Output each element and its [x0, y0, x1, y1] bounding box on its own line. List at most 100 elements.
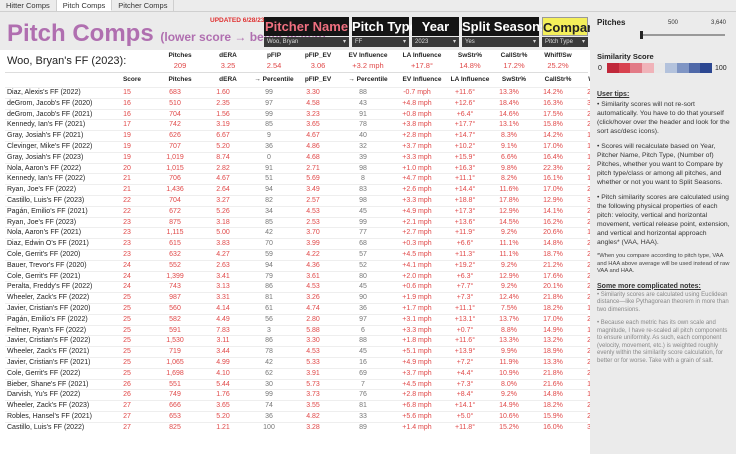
pitches-slider-track[interactable]	[640, 34, 725, 36]
chevron-down-icon: ▾	[452, 39, 456, 45]
player-stat-header: EV Influence	[348, 52, 388, 59]
column-header[interactable]: LA Influence	[447, 76, 493, 83]
column-header[interactable]: SwStr%	[491, 76, 537, 83]
notes-heading: Some more complicated notes:	[597, 282, 701, 290]
table-row[interactable]: Castillo, Luis's FF (2023) 22 704 3.27 82 2.5…	[5, 195, 607, 206]
tab-pitch-comps[interactable]: Pitch Comps	[56, 0, 113, 11]
pitch-type-label: Pitch Type	[352, 17, 417, 36]
split-seasons-filter[interactable]: Split Seasons? Yes ▾	[462, 17, 556, 47]
tab-hitter-comps[interactable]: Hitter Comps	[0, 0, 57, 11]
pitcher-name-select[interactable]: Woo, Bryan ▾	[264, 37, 349, 47]
note-rescale: • Because each metric has its own scale …	[597, 320, 728, 364]
table-row[interactable]: Diaz, Alexis's FF (2022) 15 683 1.60 99 3.30 8…	[5, 87, 607, 98]
compare-select[interactable]: Pitch Type ▾	[542, 37, 588, 47]
row-cell: 825	[169, 423, 181, 431]
similarity-swatch	[618, 63, 631, 73]
table-row[interactable]: Feltner, Ryan's FF (2022) 25 591 7.83 3 5.88 6…	[5, 324, 607, 336]
table-row[interactable]: deGrom, Jacob's FF (2021) 16 704 1.56 99 3.23…	[5, 108, 607, 120]
table-row[interactable]: Bauer, Trevor's FF (2020) 24 552 2.63 94 4.36…	[5, 259, 607, 271]
table-row[interactable]: Javier, Cristian's FF (2021) 25 1,065 4.99 4…	[5, 357, 607, 368]
player-stat-value: 17.2%	[503, 61, 525, 70]
similarity-swatch	[688, 63, 701, 73]
table-row[interactable]: Nola, Aaron's FF (2021) 23 1,115 5.00 42 3.70…	[5, 227, 607, 238]
tab-bar: Hitter Comps Pitch Comps Pitcher Comps	[0, 0, 736, 12]
year-select[interactable]: 2023 ▾	[412, 37, 459, 47]
pitch-type-filter[interactable]: Pitch Type FF ▾	[352, 17, 417, 47]
similarity-swatch	[700, 63, 713, 73]
tip-note: *When you compare according to pitch typ…	[597, 253, 730, 274]
table-row[interactable]: Clevinger, Mike's FF (2022) 19 707 5.20 36 4.…	[5, 141, 607, 152]
row-pitch-name: Castillo, Luis's FF (2022)	[7, 423, 85, 431]
table-row[interactable]: Wheeler, Zack's FF (2023) 27 666 3.65 74 3.55…	[5, 400, 607, 411]
player-stat-value: 3.25	[220, 61, 236, 70]
table-row[interactable]: Ryan, Joe's FF (2022) 21 1,436 2.64 94 3.49 83…	[5, 184, 607, 195]
column-header[interactable]: Pitches	[157, 76, 203, 83]
table-row[interactable]: Wheeler, Zack's FF (2021) 25 719 3.44 78 4.53…	[5, 346, 607, 357]
pitches-slider-handle[interactable]	[640, 31, 643, 39]
split-seasons-select[interactable]: Yes ▾	[462, 37, 539, 47]
updated-label: UPDATED 6/28/23	[210, 17, 265, 24]
column-header[interactable]: → Percentile	[345, 76, 391, 83]
row-cell: 27	[123, 423, 131, 431]
compare-value: Pitch Type	[545, 39, 573, 45]
table-row[interactable]: Wheeler, Zack's FF (2022) 25 987 3.31 81 3.26…	[5, 292, 607, 303]
table-row[interactable]: Gray, Josiah's FF (2023) 19 1,019 8.74 0 4.68…	[5, 151, 607, 163]
row-cell: 3.28	[306, 423, 320, 431]
pitches-max: 3,640	[711, 20, 727, 26]
table-row[interactable]: Bieber, Shane's FF (2021) 26 551 5.44 30 5.73…	[5, 378, 607, 390]
chevron-down-icon: ▾	[581, 39, 585, 45]
player-stat-header: Pitches	[168, 52, 192, 59]
pitch-type-select[interactable]: FF ▾	[352, 37, 409, 47]
header-panel: Pitch Comps (lower score → better match)…	[0, 12, 604, 50]
column-header[interactable]: dERA	[205, 76, 251, 83]
row-cell: 89	[359, 423, 367, 431]
column-header[interactable]: EV Influence	[399, 76, 445, 83]
row-cell: +11.8°	[455, 423, 475, 431]
table-row[interactable]: Darvish, Yu's FF (2022) 26 749 1.76 99 3.73 76…	[5, 389, 607, 400]
split-seasons-label: Split Seasons?	[462, 17, 556, 36]
column-header[interactable]: → Percentile	[251, 76, 297, 83]
table-row[interactable]: deGrom, Jacob's FF (2020) 16 510 2.35 97 4.58…	[5, 97, 607, 109]
table-row[interactable]: Robles, Hansel's FF (2021) 27 653 5.20 36 4.8…	[5, 411, 607, 422]
player-stat-header: SwStr%	[457, 52, 483, 59]
table-row[interactable]: Pagán, Emilio's FF (2022) 25 582 4.49 56 2.80…	[5, 313, 607, 325]
table-row[interactable]: Kennedy, Ian's FF (2022) 21 706 4.67 51 5.69 8…	[5, 173, 607, 184]
table-row[interactable]: Castillo, Luis's FF (2022) 27 825 1.21 100 3.…	[5, 421, 607, 433]
column-header[interactable]: Score	[109, 76, 155, 83]
table-row[interactable]: Gray, Josiah's FF (2021) 19 626 6.67 9 4.67 40…	[5, 130, 607, 141]
table-row[interactable]: Peralta, Freddy's FF (2022) 24 743 3.13 86 4.…	[5, 281, 607, 292]
similarity-swatch	[642, 63, 654, 73]
table-row[interactable]: Diaz, Edwin O's FF (2021) 23 615 3.83 70 3.99…	[5, 238, 607, 249]
similarity-swatch	[630, 63, 643, 73]
player-label: Woo, Bryan's FF (2023):	[7, 55, 127, 67]
table-row[interactable]: Javier, Cristian's FF (2020) 25 560 4.14 61 4…	[5, 303, 607, 314]
compare-filter[interactable]: Compare! Pitch Type ▾	[542, 17, 604, 47]
similarity-color-legend	[607, 63, 713, 73]
table-row[interactable]: Ryan, Joe's FF (2023) 23 875 3.18 85 2.53 99 +2…	[5, 216, 607, 228]
similarity-legend-title: Similarity Score	[597, 52, 654, 61]
pitches-label: Pitches	[597, 18, 626, 27]
table-row[interactable]: Pagán, Emilio's FF (2021) 22 672 5.26 34 4.53…	[5, 205, 607, 217]
column-header[interactable]: CallStr%	[535, 76, 581, 83]
year-filter[interactable]: Year 2023 ▾	[412, 17, 459, 47]
player-stat-value: 14.8%	[459, 61, 481, 70]
tip-properties: • Pitch similarity scores are calculated…	[597, 194, 730, 246]
table-row[interactable]: Nola, Aaron's FF (2022) 20 1,015 2.82 91 2.71…	[5, 162, 607, 174]
player-stat-header: pFIP_EV	[304, 52, 332, 59]
pitcher-name-filter[interactable]: Pitcher Name Woo, Bryan ▾	[264, 17, 349, 47]
player-stat-header: CallStr%	[500, 52, 528, 59]
title-text: Pitch Comps	[7, 20, 154, 47]
table-row[interactable]: Cole, Gerrit's FF (2022) 25 1,698 4.10 62 3.9…	[5, 367, 607, 379]
tip-recalculate: • Scores will recalculate based on Year,…	[597, 143, 723, 186]
tab-pitcher-comps[interactable]: Pitcher Comps	[112, 0, 175, 11]
tip-resort: • Similarity scores will not re-sort aut…	[597, 101, 730, 135]
player-stat-value: 2.54	[266, 61, 282, 70]
column-header[interactable]: pFIP_EV	[295, 76, 341, 83]
tips-heading: User tips:	[597, 91, 630, 98]
player-stat-header: Whiff/Sw	[544, 52, 572, 59]
table-row[interactable]: Cole, Gerrit's FF (2021) 24 1,399 3.41 79 3.6…	[5, 270, 607, 282]
table-row[interactable]: Javier, Cristian's FF (2022) 25 1,530 3.11 8…	[5, 335, 607, 346]
table-row[interactable]: Cole, Gerrit's FF (2020) 23 632 4.27 59 4.22 5…	[5, 249, 607, 260]
table-row[interactable]: Kennedy, Ian's FF (2021) 17 742 3.19 85 3.65 7…	[5, 119, 607, 130]
row-cell: +1.4 mph	[402, 423, 432, 431]
